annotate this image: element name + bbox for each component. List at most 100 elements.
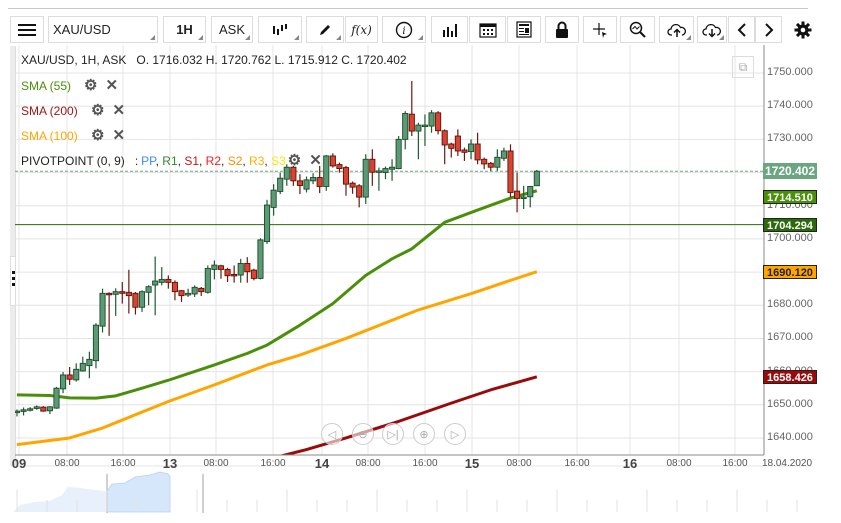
scroll-right-button[interactable]: ▷ [444,423,466,445]
candle [40,406,47,412]
candle [145,285,152,306]
gear-icon[interactable]: ⚙ [91,128,104,143]
candle-body [507,150,514,193]
close-icon[interactable]: ✕ [105,78,118,93]
candle-body [389,166,396,170]
x-tick-label: 16:00 [412,458,438,469]
candle-body [106,292,113,296]
candle [329,153,336,168]
candle [270,184,277,216]
reset-button[interactable]: ▷| [382,423,404,445]
indicator-sma-200: SMA (200) ⚙ ✕ [21,103,125,118]
x-tick-label: 16:00 [260,458,286,469]
candle-body [415,124,422,132]
y-tick-label: 1730.000 [767,132,813,145]
close-icon[interactable]: ✕ [112,128,125,143]
pivot-levels: PP, R1, S1, R2, S2, R3, S3 [141,154,286,168]
y-tick-label: 1670.000 [767,331,813,344]
candle [244,257,251,283]
candle [507,144,514,198]
candle [125,269,132,314]
gear-icon[interactable]: ⚙ [91,103,104,118]
candle-body [165,278,172,283]
scroll-left-icon: ◁ [327,428,337,441]
candle [46,406,53,415]
candle [106,292,113,336]
candle-body [198,287,205,293]
scroll-right-icon: ▷ [450,428,460,441]
x-tick-label: 16 [622,456,638,471]
zoom-out-icon: ⊖ [358,428,368,441]
close-icon[interactable]: ✕ [309,153,322,168]
candle-body [461,149,468,153]
candle-body [145,286,152,293]
indicator-sma-100: SMA (100) ⚙ ✕ [21,128,125,143]
gear-icon[interactable]: ⚙ [84,78,97,93]
candle [60,371,67,394]
candle-body [132,292,139,308]
candle-body [211,264,218,270]
candle-body [316,177,323,187]
candle-body [15,410,21,414]
candle-body [40,406,47,412]
y-tick-label: 1680.000 [767,298,813,311]
pivot-level-r2: R2 [205,154,222,168]
candle-body [421,124,429,128]
candle-body [152,280,159,286]
pivot-level-s1: S1 [184,154,199,168]
zoom-in-button[interactable]: ⊕ [413,423,435,445]
zoom-out-button[interactable]: ⊖ [352,423,374,445]
candle-body [270,189,277,208]
scroll-left-button[interactable]: ◁ [321,423,343,445]
indicator-label: SMA (100) [21,129,78,143]
candle-body [27,408,34,411]
candle-body [520,196,527,200]
candle [408,80,415,137]
candle [481,157,488,170]
candle-body [178,290,185,297]
candle-body [356,185,363,198]
candle [467,139,475,160]
candle [79,356,86,372]
y-tick-label: 1750.000 [767,66,813,78]
gear-icon[interactable]: ⚙ [288,153,301,168]
candle-body [382,168,389,173]
chart-header: XAU/USD, 1H, ASK O. 1716.032 H. 1720.762… [21,53,407,67]
candle [362,154,369,205]
candle [461,147,468,161]
candle [303,176,310,193]
candle-body [283,166,290,180]
candle-body [428,112,435,127]
price-label: 1714.510 [763,189,817,204]
candle-body [86,358,93,367]
candle-body [435,112,442,132]
candle-body [395,138,402,170]
navigator-area [13,487,107,512]
pivot-level-pp: PP [141,154,156,168]
candle [99,288,106,333]
candle [441,129,448,165]
pivot-level-r3: R3 [249,154,265,168]
candle-body [217,265,225,270]
candle-body [533,170,540,187]
close-icon[interactable]: ✕ [112,103,125,118]
candle [527,185,534,208]
candle [296,174,303,195]
x-tick-label: 08:00 [355,458,381,469]
candle-body [323,155,330,187]
candle [158,267,165,286]
pivot-separator: : [134,154,139,168]
indicator-label: SMA (55) [21,79,72,93]
candle [231,265,238,283]
candle [73,363,80,382]
y-tick-label: 1700.000 [767,231,813,244]
candle [250,268,257,281]
candle [178,289,185,302]
candle [402,111,409,150]
candle-body [20,409,27,412]
pivot-level-s3: S3 [271,154,286,168]
candle-body [362,158,369,198]
candle [112,288,119,316]
expand-chart-button[interactable]: ⧉ [732,56,754,78]
candle-body [277,177,284,192]
